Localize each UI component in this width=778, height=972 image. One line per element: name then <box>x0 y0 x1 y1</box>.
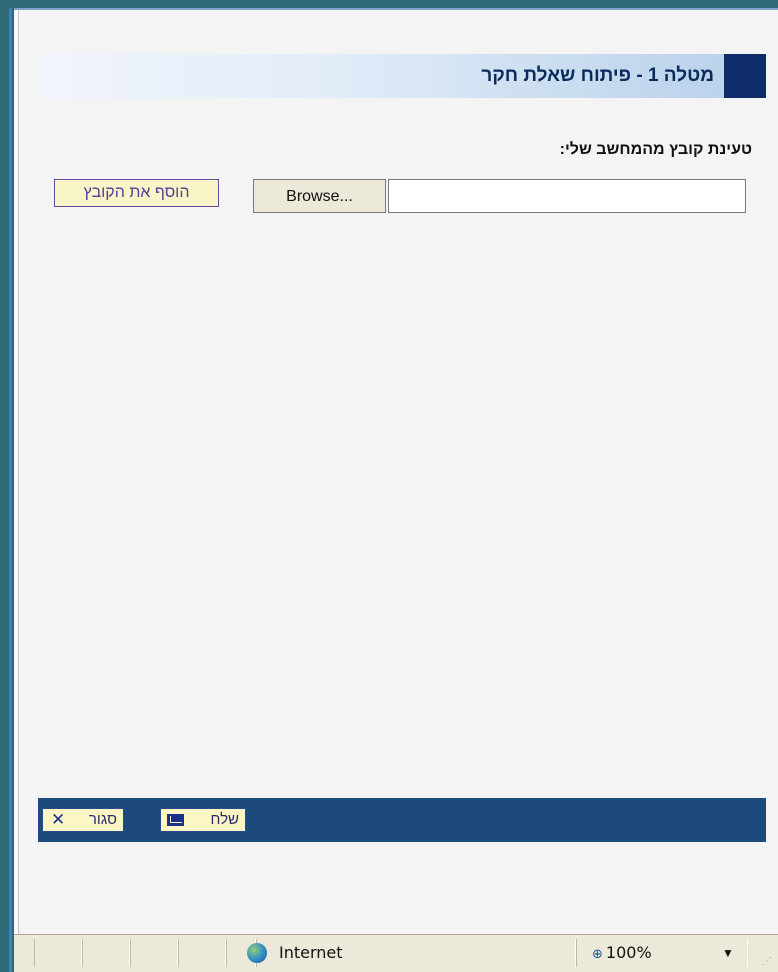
status-cell <box>34 939 82 967</box>
zoom-label: 100% <box>605 943 652 962</box>
globe-icon <box>247 943 267 963</box>
status-cell <box>130 939 178 967</box>
magnifier-icon: ⊕ <box>592 947 603 962</box>
status-bar: Internet ⊕ 100% ▼ ⋰ <box>14 934 778 972</box>
chevron-down-icon[interactable]: ▼ <box>722 939 734 967</box>
zoom-control[interactable]: ⊕ 100% <box>592 939 652 967</box>
close-button[interactable]: ✕ סגור <box>42 808 124 832</box>
browser-content-area: מטלה 1 - פיתוח שאלת חקר טעינת קובץ מהמחש… <box>14 8 778 934</box>
file-path-input[interactable] <box>388 179 746 213</box>
security-zone: Internet <box>247 939 343 967</box>
send-button[interactable]: שלח <box>160 808 246 832</box>
page-header: מטלה 1 - פיתוח שאלת חקר <box>38 54 766 98</box>
zone-label: Internet <box>279 943 343 962</box>
close-label: סגור <box>88 811 117 828</box>
envelope-icon <box>167 814 184 826</box>
close-icon: ✕ <box>51 810 66 829</box>
header-accent-block <box>724 54 766 98</box>
status-cell <box>82 939 130 967</box>
window-left-frame <box>0 0 14 972</box>
content-left-border <box>14 10 19 934</box>
status-cell <box>178 939 226 967</box>
add-file-button[interactable]: הוסף את הקובץ <box>54 179 219 207</box>
page-title: מטלה 1 - פיתוח שאלת חקר <box>481 65 714 86</box>
resize-grip-icon[interactable]: ⋰ <box>762 956 774 968</box>
send-label: שלח <box>210 811 239 828</box>
browse-button[interactable]: Browse... <box>253 179 386 213</box>
action-bar: ✕ סגור שלח <box>38 798 766 842</box>
upload-label: טעינת קובץ מהמחשב שלי: <box>559 141 752 158</box>
frame-edge <box>9 8 12 972</box>
